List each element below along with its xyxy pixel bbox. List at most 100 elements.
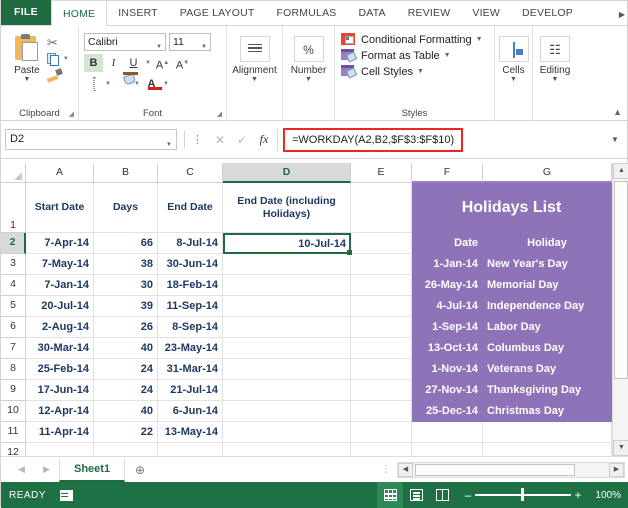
conditional-formatting-button[interactable]: Conditional Formatting ▼ (335, 30, 494, 46)
cut-button[interactable]: ✂ (47, 35, 74, 51)
holiday-date-8[interactable]: 25-Dec-14 (412, 401, 483, 422)
holiday-name-1[interactable]: New Year's Day (483, 254, 612, 275)
cell-c8[interactable]: 31-Mar-14 (158, 359, 223, 380)
cell-e2[interactable] (351, 233, 412, 254)
add-sheet-icon[interactable]: ⊕ (125, 463, 155, 477)
select-all-corner[interactable] (1, 163, 26, 183)
holiday-name-4[interactable]: Labor Day (483, 317, 612, 338)
cell-d5[interactable] (223, 296, 351, 317)
expand-formula-bar-icon[interactable]: ▼ (607, 135, 623, 144)
cell-c10[interactable]: 6-Jun-14 (158, 401, 223, 422)
conditional-formatting-dropdown-icon[interactable]: ▼ (476, 36, 483, 43)
enter-icon[interactable]: ✓ (231, 133, 253, 147)
cell-c2[interactable]: 8-Jul-14 (158, 233, 223, 254)
normal-view-button[interactable] (377, 482, 403, 508)
column-header-g[interactable]: G (483, 163, 612, 183)
cell-d6[interactable] (223, 317, 351, 338)
tab-file[interactable]: FILE (1, 0, 51, 25)
alignment-dropdown-icon[interactable]: ▼ (227, 76, 282, 84)
cell-b4[interactable]: 30 (94, 275, 158, 296)
underline-dropdown-icon[interactable]: ▼ (144, 60, 152, 66)
tab-insert[interactable]: INSERT (107, 0, 169, 25)
cell-f12[interactable] (412, 443, 483, 456)
cell-styles-button[interactable]: Cell Styles ▼ (335, 62, 494, 79)
cell-c3[interactable]: 30-Jun-14 (158, 254, 223, 275)
format-as-table-button[interactable]: Format as Table ▼ (335, 46, 494, 63)
cell-g12[interactable] (483, 443, 612, 456)
cell-e7[interactable] (351, 338, 412, 359)
tab-data[interactable]: DATA (347, 0, 396, 25)
page-break-view-button[interactable] (429, 482, 455, 508)
holiday-date-5[interactable]: 13-Oct-14 (412, 338, 483, 359)
holiday-name-5[interactable]: Columbus Day (483, 338, 612, 359)
row-header-5[interactable]: 5 (1, 296, 26, 317)
holiday-name-3[interactable]: Independence Day (483, 296, 612, 317)
cell-a10[interactable]: 12-Apr-14 (26, 401, 94, 422)
cell-e1[interactable] (351, 183, 412, 233)
font-color-dropdown-icon[interactable]: ▼ (162, 81, 170, 87)
cell-b1[interactable]: Days (94, 183, 158, 233)
number-dropdown-icon[interactable]: ▼ (283, 76, 334, 84)
cell-f11[interactable] (412, 422, 483, 443)
row-header-8[interactable]: 8 (1, 359, 26, 380)
copy-button[interactable]: ▼ (46, 51, 74, 67)
increase-font-size-button[interactable]: A▲ (153, 54, 172, 72)
paste-button[interactable]: Paste ▼ (7, 33, 47, 83)
horizontal-scroll-thumb[interactable] (415, 463, 575, 476)
cell-a5[interactable]: 20-Jul-14 (26, 296, 94, 317)
cell-e3[interactable] (351, 254, 412, 275)
scroll-left-icon[interactable]: ◀ (398, 462, 413, 477)
row-header-7[interactable]: 7 (1, 338, 26, 359)
row-header-11[interactable]: 11 (1, 422, 26, 443)
tab-page-layout[interactable]: PAGE LAYOUT (169, 0, 266, 25)
holiday-date-1[interactable]: 1-Jan-14 (412, 254, 483, 275)
format-as-table-dropdown-icon[interactable]: ▼ (444, 52, 451, 59)
cell-d9[interactable] (223, 380, 351, 401)
cancel-icon[interactable]: ✕ (209, 133, 231, 147)
cell-b8[interactable]: 24 (94, 359, 158, 380)
cell-c9[interactable]: 21-Jul-14 (158, 380, 223, 401)
scroll-right-icon[interactable]: ▶ (609, 462, 624, 477)
paste-dropdown-icon[interactable]: ▼ (7, 76, 47, 83)
cell-b11[interactable]: 22 (94, 422, 158, 443)
cell-e12[interactable] (351, 443, 412, 456)
font-name-input[interactable]: Calibri ▼ (84, 33, 166, 51)
holiday-name-7[interactable]: Thanksgiving Day (483, 380, 612, 401)
sheet-tab-sheet1[interactable]: Sheet1 (59, 457, 126, 482)
row-header-4[interactable]: 4 (1, 275, 26, 296)
cell-d1[interactable]: End Date (including Holidays) (223, 183, 351, 233)
cell-b6[interactable]: 26 (94, 317, 158, 338)
tab-review[interactable]: REVIEW (397, 0, 462, 25)
cell-c12[interactable] (158, 443, 223, 456)
horizontal-scrollbar[interactable]: ◀ ▶ (397, 461, 625, 478)
holiday-date-3[interactable]: 4-Jul-14 (412, 296, 483, 317)
tab-formulas[interactable]: FORMULAS (266, 0, 348, 25)
fill-color-button[interactable] (113, 72, 138, 93)
holidays-col-holiday[interactable]: Holiday (483, 233, 612, 254)
cell-d4[interactable] (223, 275, 351, 296)
cell-a8[interactable]: 25-Feb-14 (26, 359, 94, 380)
font-dialog-launcher[interactable]: ◢ (217, 110, 222, 118)
collapse-ribbon-icon[interactable]: ▲ (613, 107, 622, 117)
name-box-dropdown-icon[interactable]: ▼ (166, 136, 172, 155)
fill-handle[interactable] (347, 250, 352, 255)
cell-d10[interactable] (223, 401, 351, 422)
cell-e5[interactable] (351, 296, 412, 317)
cell-d7[interactable] (223, 338, 351, 359)
cell-a3[interactable]: 7-May-14 (26, 254, 94, 275)
cells-dropdown-icon[interactable]: ▼ (495, 76, 532, 84)
row-header-9[interactable]: 9 (1, 380, 26, 401)
cell-c7[interactable]: 23-May-14 (158, 338, 223, 359)
ribbon-group-alignment[interactable]: Alignment ▼ (227, 26, 283, 121)
holidays-col-date[interactable]: Date (412, 233, 483, 254)
zoom-slider[interactable] (475, 488, 571, 502)
holiday-name-6[interactable]: Veterans Day (483, 359, 612, 380)
cell-e8[interactable] (351, 359, 412, 380)
next-sheet-icon[interactable]: ▶ (43, 464, 50, 475)
cell-c11[interactable]: 13-May-14 (158, 422, 223, 443)
cell-c1[interactable]: End Date (158, 183, 223, 233)
sheet-nav-arrows[interactable]: ◀ ▶ (1, 464, 59, 475)
cell-styles-dropdown-icon[interactable]: ▼ (417, 68, 424, 75)
vertical-scrollbar[interactable]: ▲ ▼ (612, 163, 628, 456)
decrease-font-size-button[interactable]: A▼ (173, 54, 192, 72)
